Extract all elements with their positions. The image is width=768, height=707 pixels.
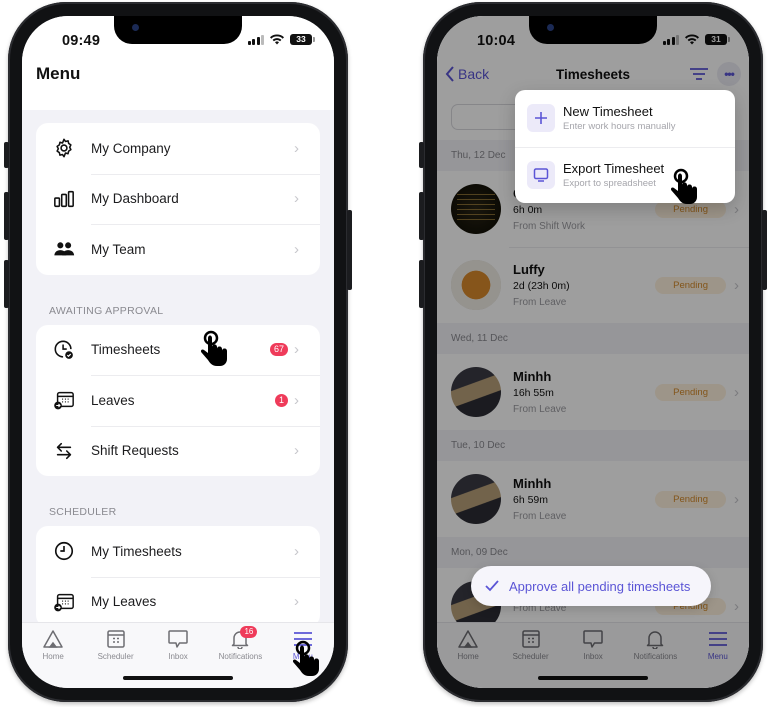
menu-item-leaves[interactable]: Leaves 1 › (36, 375, 320, 426)
menu-item-my-dashboard[interactable]: My Dashboard › (36, 173, 320, 225)
menu-item-label: My Team (91, 241, 146, 257)
tab-label: Notifications (218, 652, 263, 661)
team-icon (36, 238, 91, 260)
menu-item-subtitle: Export to spreadsheet (563, 177, 656, 189)
tap-hand-icon (670, 168, 697, 204)
chevron-right-icon: › (294, 190, 299, 208)
chevron-right-icon: › (294, 442, 299, 460)
approve-all-label: Approve all pending timesheets (509, 578, 691, 594)
tap-hand-icon (200, 330, 227, 366)
menu-item-my-leaves[interactable]: My Leaves › (36, 576, 320, 623)
menu-group-account: My Company › My Dashboard › My Team › (36, 123, 320, 275)
home-indicator (123, 676, 233, 680)
silent-switch (4, 142, 9, 168)
home-icon (43, 630, 63, 648)
notification-badge: 16 (240, 626, 258, 638)
camera (132, 24, 139, 31)
menu-group-awaiting-approval: Timesheets 67 › Leaves 1 › Shift Request… (36, 324, 320, 477)
menu-item-label: My Dashboard (91, 191, 179, 207)
inbox-icon (168, 630, 188, 648)
silent-switch (419, 142, 424, 168)
phone-left: 09:49 33 Menu My Company › My Dashboard (4, 2, 352, 702)
menu-item-timesheets[interactable]: Timesheets 67 › (36, 325, 320, 376)
count-badge: 1 (275, 393, 288, 407)
notch (529, 16, 657, 44)
tab-notifications[interactable]: 16 Notifications (209, 626, 271, 667)
tab-scheduler[interactable]: Scheduler (84, 629, 146, 667)
menu-item-new-timesheet[interactable]: New Timesheet Enter work hours manually (515, 90, 735, 147)
tab-home[interactable]: Home (22, 629, 84, 667)
clock-icon (36, 540, 91, 562)
chevron-right-icon: › (294, 542, 299, 560)
menu-item-export-timesheet[interactable]: Export Timesheet Export to spreadsheet (515, 146, 735, 204)
chevron-right-icon: › (294, 593, 299, 611)
chevron-right-icon: › (294, 240, 299, 258)
menu-item-label: Leaves (91, 392, 135, 408)
plus-icon (527, 104, 555, 133)
menu-item-label: My Company (91, 140, 171, 156)
page-title: Menu (36, 64, 81, 83)
tab-label: Scheduler (97, 652, 134, 661)
calendar-leave-icon (36, 591, 91, 613)
power-button (347, 210, 352, 290)
menu-item-subtitle: Enter work hours manually (563, 121, 676, 133)
menu-item-label: My Timesheets (91, 543, 182, 559)
dashboard-bars-icon (36, 188, 91, 210)
approve-all-button[interactable]: Approve all pending timesheets (471, 566, 711, 606)
section-label-awaiting-approval: AWAITING APPROVAL (49, 304, 164, 317)
tab-inbox[interactable]: Inbox (147, 629, 209, 667)
chevron-right-icon: › (294, 341, 299, 359)
gear-icon (36, 137, 91, 159)
menu-item-label: Shift Requests (91, 443, 179, 459)
menu-item-title: New Timesheet (563, 104, 653, 120)
chevron-right-icon: › (294, 391, 299, 409)
monitor-icon (527, 160, 555, 189)
notch (114, 16, 242, 44)
menu-list[interactable]: My Company › My Dashboard › My Team › AW… (22, 110, 334, 622)
menu-item-shift-requests[interactable]: Shift Requests › (36, 425, 320, 477)
power-button (762, 210, 767, 290)
calendar-leave-icon (36, 389, 91, 411)
swap-arrows-icon (36, 440, 91, 462)
count-badge: 67 (269, 343, 288, 357)
phone-right: 10:04 31 Back Timesheets ••• Pe Thu, 12 … (419, 2, 767, 702)
menu-item-title: Export Timesheet (563, 160, 665, 176)
volume-down-button (419, 260, 424, 308)
menu-item-my-team[interactable]: My Team › (36, 224, 320, 275)
clock-check-icon (36, 339, 91, 361)
volume-up-button (419, 192, 424, 240)
scheduler-icon (106, 630, 125, 648)
menu-screen: 09:49 33 Menu My Company › My Dashboard (22, 16, 334, 688)
volume-up-button (4, 192, 9, 240)
tab-label: Inbox (168, 652, 188, 661)
signal-icon (247, 34, 264, 45)
checkmark-icon (485, 580, 499, 592)
menu-item-my-company[interactable]: My Company › (36, 123, 320, 174)
timesheets-screen: 10:04 31 Back Timesheets ••• Pe Thu, 12 … (437, 16, 749, 688)
status-time: 09:49 (62, 33, 101, 49)
menu-group-scheduler: My Timesheets › My Leaves › (36, 526, 320, 622)
tap-hand-icon (292, 640, 319, 676)
volume-down-button (4, 260, 9, 308)
more-options-menu: New Timesheet Enter work hours manually … (515, 90, 735, 203)
battery-icon: 33 (290, 34, 315, 45)
section-label-scheduler: SCHEDULER (49, 506, 117, 518)
wifi-icon (270, 34, 284, 45)
menu-item-label: Timesheets (91, 342, 161, 358)
camera (547, 24, 554, 31)
menu-item-my-timesheets[interactable]: My Timesheets › (36, 526, 320, 577)
chevron-right-icon: › (294, 139, 299, 157)
menu-item-label: My Leaves (91, 594, 157, 610)
tab-label: Home (42, 652, 64, 661)
